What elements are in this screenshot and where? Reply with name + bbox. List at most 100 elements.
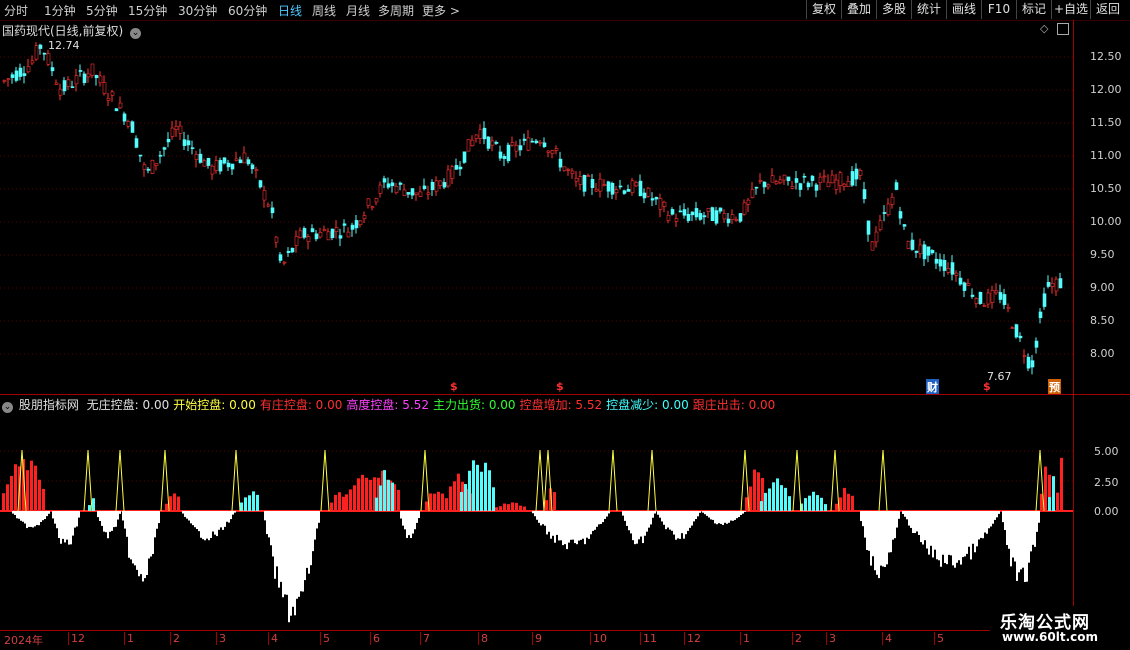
negative-bar (560, 511, 562, 541)
positive-bar (460, 491, 463, 511)
finance-marker[interactable]: 财 (926, 379, 939, 395)
negative-bar (876, 511, 878, 575)
candle-body (182, 139, 187, 146)
negative-bar (980, 511, 982, 538)
candle-body (606, 181, 611, 192)
negative-bar (576, 511, 578, 545)
candle-body (614, 189, 619, 194)
negative-bar (596, 511, 598, 527)
tab-daily[interactable]: 日线 (278, 2, 302, 19)
negative-bar (416, 511, 418, 523)
negative-bar (738, 511, 740, 518)
negative-bar (606, 511, 608, 517)
candle-body (70, 86, 75, 88)
negative-bar (687, 511, 689, 531)
signal-marker[interactable]: $ (450, 380, 458, 393)
candle-body (646, 187, 651, 197)
positive-bar (553, 492, 556, 511)
candle-body (474, 134, 479, 139)
negative-bar (56, 511, 58, 529)
negative-bar (308, 511, 310, 574)
negative-bar (860, 511, 862, 522)
x-tick: 3 (826, 632, 836, 645)
negative-bar (556, 511, 558, 535)
negative-bar (706, 511, 708, 516)
candle-body (930, 250, 935, 254)
x-axis-line (0, 630, 1130, 631)
candle-body (718, 207, 723, 212)
candle-body (122, 113, 127, 122)
tab-weekly[interactable]: 周线 (312, 2, 336, 19)
positive-bar (851, 495, 854, 511)
candle-body (946, 268, 951, 273)
tab-monthly[interactable]: 月线 (346, 2, 370, 19)
negative-bar (32, 511, 34, 528)
add-favorite-button[interactable]: +自选 (1051, 0, 1090, 19)
negative-bar (312, 511, 314, 552)
negative-bar (960, 511, 962, 565)
tab-60min[interactable]: 60分钟 (228, 2, 267, 19)
candle-body (158, 154, 163, 157)
negative-bar (1028, 511, 1030, 563)
negative-bar (962, 511, 964, 558)
positive-bar (484, 462, 487, 511)
negative-bar (206, 511, 208, 539)
signal-marker[interactable]: $ (556, 380, 564, 393)
negative-bar (1004, 511, 1006, 531)
candle-body (598, 178, 603, 192)
negative-bar (418, 511, 420, 519)
negative-bar (412, 511, 414, 534)
negative-bar (1022, 511, 1024, 568)
negative-bar (920, 511, 922, 543)
tab-multi-period[interactable]: 多周期 (378, 2, 414, 19)
tab-15min[interactable]: 15分钟 (128, 2, 167, 19)
positive-bar (839, 497, 842, 511)
draw-line-button[interactable]: 画线 (946, 0, 981, 19)
stats-button[interactable]: 统计 (911, 0, 946, 19)
positive-bar (1052, 476, 1055, 511)
tab-fenshi[interactable]: 分时 (4, 2, 28, 19)
candle-body (286, 250, 291, 253)
negative-bar (958, 511, 960, 561)
candle-body (866, 220, 871, 235)
candle-body (430, 181, 435, 191)
negative-bar (1012, 511, 1014, 558)
negative-bar (264, 511, 266, 521)
negative-bar (204, 511, 206, 541)
negative-bar (228, 511, 230, 523)
signal-marker[interactable]: $ (983, 380, 991, 393)
forecast-marker[interactable]: 预 (1048, 379, 1061, 395)
candle-body (550, 150, 555, 154)
candle-body (914, 250, 919, 253)
negative-bar (671, 511, 673, 531)
negative-bar (132, 511, 134, 564)
negative-bar (699, 511, 701, 513)
f10-button[interactable]: F10 (981, 0, 1016, 19)
negative-bar (36, 511, 38, 525)
candle-body (802, 175, 807, 178)
candle-body (862, 189, 867, 200)
multi-stock-button[interactable]: 多股 (876, 0, 911, 19)
tab-1min[interactable]: 1分钟 (44, 2, 76, 19)
negative-bar (914, 511, 916, 534)
negative-bar (922, 511, 924, 545)
back-button[interactable]: 返回 (1090, 0, 1125, 19)
candle-body (838, 172, 843, 186)
negative-bar (904, 511, 906, 517)
negative-bar (916, 511, 918, 532)
negative-bar (186, 511, 188, 519)
tab-5min[interactable]: 5分钟 (86, 2, 118, 19)
mark-button[interactable]: 标记 (1016, 0, 1051, 19)
fuquan-button[interactable]: 复权 (806, 0, 841, 19)
candle-body (382, 178, 387, 183)
overlay-button[interactable]: 叠加 (841, 0, 876, 19)
tab-30min[interactable]: 30分钟 (178, 2, 217, 19)
candle-body (238, 159, 243, 164)
positive-bar (88, 505, 91, 511)
candle-body (542, 142, 547, 147)
candle-body (298, 230, 303, 238)
negative-bar (634, 511, 636, 545)
negative-bar (1020, 511, 1022, 570)
candle-body (518, 145, 523, 151)
tab-more[interactable]: 更多 > (422, 2, 460, 19)
